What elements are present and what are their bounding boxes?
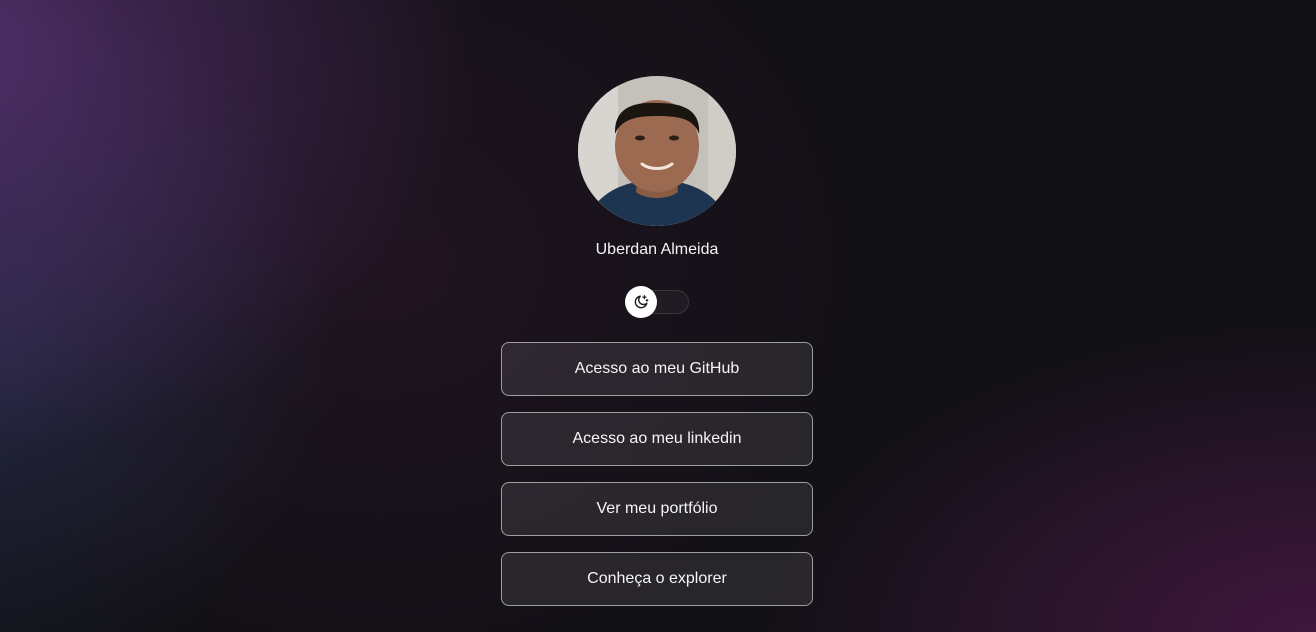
moon-stars-icon bbox=[634, 295, 649, 309]
profile-photo bbox=[578, 76, 736, 226]
portfolio-link-button[interactable]: Ver meu portfólio bbox=[501, 482, 813, 536]
linkedin-link-button[interactable]: Acesso ao meu linkedin bbox=[501, 412, 813, 466]
profile-name: Uberdan Almeida bbox=[595, 241, 719, 258]
github-link-button[interactable]: Acesso ao meu GitHub bbox=[501, 342, 813, 396]
switch-knob[interactable] bbox=[625, 286, 657, 318]
theme-toggle-switch[interactable] bbox=[625, 286, 689, 318]
profile-card: Uberdan Almeida Acesso ao meu GitHub Ace… bbox=[501, 0, 813, 632]
avatar bbox=[578, 76, 736, 226]
links-list: Acesso ao meu GitHub Acesso ao meu linke… bbox=[501, 342, 813, 622]
explorer-link-button[interactable]: Conheça o explorer bbox=[501, 552, 813, 606]
